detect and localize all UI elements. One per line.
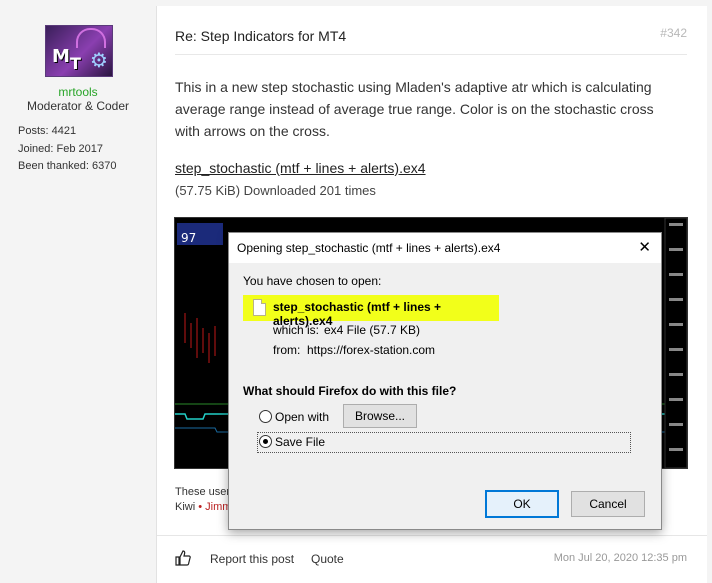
avatar-letter-graphic: M [52, 46, 70, 67]
thanks-text: These user [175, 486, 231, 498]
price-label: 97 [181, 231, 196, 245]
report-post-link[interactable]: Report this post [210, 552, 294, 566]
divider [157, 535, 707, 536]
user-joined: Joined: Feb 2017 [18, 143, 104, 155]
ok-button[interactable]: OK [485, 490, 559, 518]
which-is-value: ex4 File (57.7 KB) [324, 323, 421, 337]
attachment-meta: (57.75 KiB) Downloaded 201 times [175, 183, 376, 198]
user-role: Moderator & Coder [26, 99, 130, 113]
like-button[interactable] [175, 550, 191, 571]
from-value: https://forex-station.com [307, 343, 436, 357]
post-body: This in a new step stochastic using Mlad… [175, 79, 654, 139]
file-highlight: step_stochastic (mtf + lines + alerts).e… [243, 295, 499, 328]
user-sidebar: M T ⚙ mrtools Moderator & Coder Posts: 4… [0, 0, 156, 583]
avatar-arc-graphic [76, 28, 106, 48]
post-date: Mon Jul 20, 2020 12:35 pm [553, 552, 687, 564]
dialog-titlebar[interactable]: Opening step_stochastic (mtf + lines + a… [229, 233, 661, 263]
which-is-label: which is: [273, 323, 320, 337]
dialog-question: What should Firefox do with this file? [243, 384, 457, 398]
gear-icon: ⚙ [90, 50, 108, 72]
dialog-title: Opening step_stochastic (mtf + lines + a… [237, 241, 501, 255]
save-file-label[interactable]: Save File [275, 435, 325, 449]
close-icon[interactable]: ✕ [638, 238, 651, 256]
open-with-radio[interactable] [259, 410, 272, 423]
from-label: from: [273, 343, 301, 357]
save-file-radio[interactable] [259, 435, 272, 448]
open-with-label[interactable]: Open with [275, 410, 329, 424]
thanks-user-link[interactable]: Kiwi [175, 501, 195, 513]
attachment-link[interactable]: step_stochastic (mtf + lines + alerts).e… [175, 160, 426, 176]
chosen-label: You have chosen to open: [243, 274, 382, 288]
thanks-users: Kiwi • Jimm [175, 501, 231, 513]
download-dialog: Opening step_stochastic (mtf + lines + a… [228, 232, 662, 530]
user-avatar[interactable]: M T ⚙ [45, 25, 113, 77]
browse-button[interactable]: Browse... [343, 404, 417, 428]
cancel-button[interactable]: Cancel [571, 491, 645, 517]
avatar-letter-graphic: T [70, 54, 81, 73]
post-number[interactable]: #342 [660, 26, 687, 40]
divider [175, 54, 687, 55]
thanks-separator: • [198, 501, 203, 513]
quote-link[interactable]: Quote [311, 552, 344, 566]
user-posts: Posts: 4421 [18, 125, 77, 137]
thumbs-up-icon [175, 550, 191, 566]
file-icon [253, 299, 266, 316]
user-thanked: Been thanked: 6370 [18, 160, 117, 172]
username-link[interactable]: mrtools [0, 85, 156, 99]
post-title[interactable]: Re: Step Indicators for MT4 [175, 28, 346, 44]
